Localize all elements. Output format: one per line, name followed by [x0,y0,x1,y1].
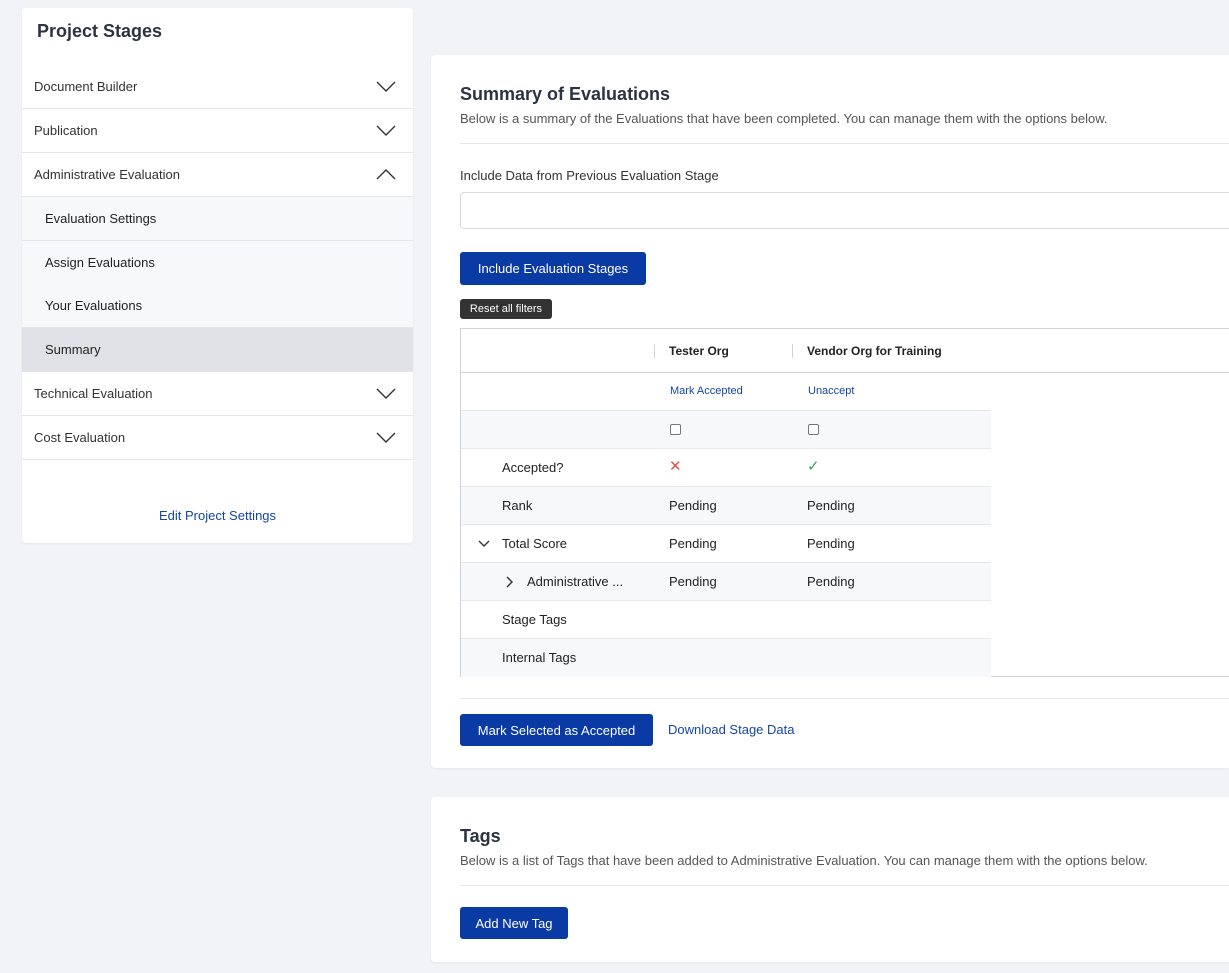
summary-description: Below is a summary of the Evaluations th… [460,111,1108,126]
tags-title: Tags [460,826,501,846]
select-checkbox-tester-org[interactable] [670,424,681,435]
cross-icon: ✕ [669,458,682,475]
table-row-total-score: Total Score Pending Pending [461,525,991,563]
chevron-down-icon [376,81,396,92]
stage-label: Document Builder [34,79,138,94]
edit-project-settings-link[interactable]: Edit Project Settings [22,508,413,523]
table-header: Tester Org Vendor Org for Training [461,329,1229,373]
table-row-rank: Rank Pending Pending [461,487,991,525]
sub-item-label: Assign Evaluations [45,255,155,270]
row-label-rank: Rank [502,498,533,513]
check-icon: ✓ [807,458,820,475]
sub-item-evaluation-settings[interactable]: Evaluation Settings [22,197,413,241]
stage-administrative-evaluation[interactable]: Administrative Evaluation [22,153,413,197]
sub-item-label: Your Evaluations [45,298,143,313]
reset-all-filters-button[interactable]: Reset all filters [460,299,552,319]
admin-vendor-org: Pending [807,574,855,589]
chevron-down-icon [376,125,396,136]
row-label-internal-tags: Internal Tags [502,650,577,665]
table-row-accepted: Accepted? ✕ ✓ [461,449,991,487]
table-row-internal-tags: Internal Tags [461,639,991,677]
row-label-total-score: Total Score [502,536,568,551]
chevron-up-icon [376,169,396,180]
include-evaluation-stages-button[interactable]: Include Evaluation Stages [460,252,646,285]
sidebar-title: Project Stages [37,21,163,41]
stage-technical-evaluation[interactable]: Technical Evaluation [22,372,413,416]
evaluations-table: Tester Org Vendor Org for Training Mark … [460,328,1229,677]
chevron-down-icon [376,432,396,443]
table-row-stage-tags: Stage Tags [461,601,991,639]
divider [460,885,1229,886]
unaccept-link[interactable]: Unaccept [808,385,854,397]
project-stages-panel: Project Stages Document Builder Publicat… [22,8,413,543]
sub-item-your-evaluations[interactable]: Your Evaluations [22,284,413,328]
summary-card: Summary of Evaluations Below is a summar… [431,55,1229,768]
stage-cost-evaluation[interactable]: Cost Evaluation [22,416,413,460]
download-stage-data-link[interactable]: Download Stage Data [668,722,794,737]
mark-selected-accepted-button[interactable]: Mark Selected as Accepted [460,714,653,746]
divider [460,143,1229,144]
chevron-down-icon [376,388,396,399]
sub-item-label: Summary [45,342,101,357]
add-new-tag-button[interactable]: Add New Tag [460,907,568,939]
summary-title: Summary of Evaluations [460,84,671,104]
table-row-actions: Mark Accepted Unaccept [461,373,991,411]
table-row-select [461,411,991,449]
rank-vendor-org: Pending [807,498,855,513]
select-checkbox-vendor-org[interactable] [808,424,819,435]
divider [460,698,1229,699]
sub-item-label: Evaluation Settings [45,211,157,226]
column-header-tester-org[interactable]: Tester Org [655,344,729,358]
stage-label: Publication [34,123,98,138]
tags-description: Below is a list of Tags that have been a… [460,853,1148,868]
mark-accepted-link[interactable]: Mark Accepted [670,385,743,397]
row-label-administrative: Administrative ... [527,574,624,589]
admin-tester-org: Pending [669,574,717,589]
chevron-right-icon[interactable] [505,576,515,588]
stage-document-builder[interactable]: Document Builder [22,65,413,109]
tags-card: Tags Below is a list of Tags that have b… [431,797,1229,962]
total-vendor-org: Pending [807,536,855,551]
sub-item-summary[interactable]: Summary [22,328,413,372]
stage-label: Technical Evaluation [34,386,153,401]
stage-publication[interactable]: Publication [22,109,413,153]
total-tester-org: Pending [669,536,717,551]
row-label-stage-tags: Stage Tags [502,612,567,627]
column-header-vendor-org[interactable]: Vendor Org for Training [793,344,942,358]
stage-label: Cost Evaluation [34,430,126,445]
row-label-accepted: Accepted? [502,460,564,475]
include-stage-label: Include Data from Previous Evaluation St… [460,168,719,183]
rank-tester-org: Pending [669,498,717,513]
sub-item-assign-evaluations[interactable]: Assign Evaluations [22,241,413,285]
include-stage-input[interactable] [460,192,1229,229]
table-row-administrative: Administrative ... Pending Pending [461,563,991,601]
stage-label: Administrative Evaluation [34,167,180,182]
chevron-down-icon[interactable] [478,539,490,549]
